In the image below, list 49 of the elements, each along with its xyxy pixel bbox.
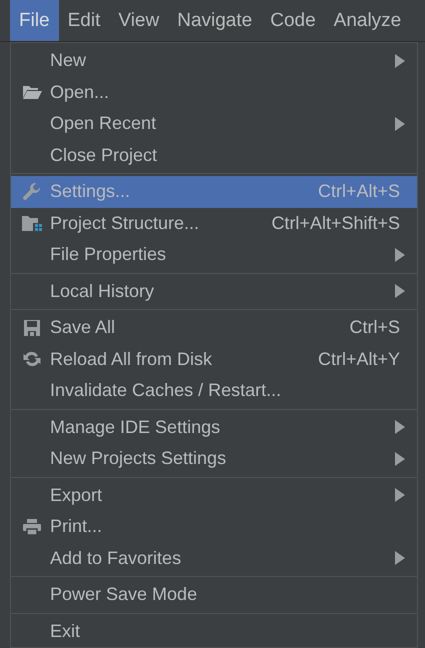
menu-item[interactable]: Reload All from Disk Ctrl+Alt+Y [11, 344, 417, 375]
menu-item-label: Print... [50, 516, 104, 538]
menu-item[interactable]: Save All Ctrl+S [11, 312, 417, 344]
menu-item[interactable]: Open Recent [11, 108, 417, 140]
menu-item-label: Close Project [50, 144, 158, 166]
menu-item[interactable]: Local History [11, 276, 417, 307]
menu-item-label: Reload All from Disk [50, 348, 214, 370]
menu-item[interactable]: Print... [11, 511, 417, 542]
menu-item[interactable]: Close Project [11, 140, 417, 171]
menu-item-label: Invalidate Caches / Restart... [50, 380, 282, 402]
menu-item-label: Open Recent [50, 113, 158, 134]
wrench-icon [22, 182, 42, 202]
menu-item[interactable]: Invalidate Caches / Restart... [11, 375, 417, 406]
menu-bar-item[interactable]: Analyze [324, 0, 410, 41]
menu-item-label: Manage IDE Settings [50, 416, 222, 438]
menu-item[interactable]: Project Structure... Ctrl+Alt+Shift+S [11, 208, 417, 239]
menu-item[interactable]: Manage IDE Settings [11, 412, 417, 443]
printer-icon [22, 518, 42, 536]
menu-item-label: Add to Favorites [50, 548, 182, 569]
shortcut-label: Ctrl+Alt+S [318, 181, 400, 202]
menu-item[interactable]: New [11, 45, 417, 76]
menu-item-label: Exit [50, 620, 82, 642]
menu-item-label: New Projects Settings [50, 448, 228, 470]
folder-icon [22, 84, 42, 100]
menu-item-label: Save All [50, 317, 116, 338]
menu-item-label: Settings... [50, 181, 132, 202]
menu-bar-item[interactable]: Edit [58, 0, 110, 41]
menu-item-label: Open... [50, 82, 110, 103]
menu-item-label: File Properties [50, 244, 168, 266]
menu-item-label: New [50, 50, 88, 72]
menu-item[interactable]: Exit [11, 616, 417, 647]
shortcut-label: Ctrl+Alt+Shift+S [271, 212, 400, 234]
menu-item-label: Project Structure... [50, 212, 200, 234]
menu-bar-item[interactable]: Code [261, 0, 325, 41]
menu-item-label: Local History [50, 280, 156, 302]
folder-grid-icon [20, 214, 42, 232]
menu-item-label: Power Save Mode [50, 584, 198, 606]
menu-bar-item[interactable]: View [109, 0, 168, 41]
menu-item-label: Export [50, 484, 104, 506]
shortcut-label: Ctrl+Alt+Y [318, 348, 400, 370]
menu-bar-item[interactable]: File [10, 0, 59, 41]
menu-item[interactable]: Export [11, 480, 417, 511]
menu-item[interactable]: Power Save Mode [11, 579, 417, 610]
shortcut-label: Ctrl+S [349, 317, 400, 338]
menu-bar-item[interactable]: Navigate [168, 0, 262, 41]
menu-item[interactable]: Add to Favorites [11, 542, 417, 574]
menu-item[interactable]: Open... [11, 76, 417, 108]
menu-item[interactable]: New Projects Settings [11, 443, 417, 474]
menu-item[interactable]: File Properties [11, 239, 417, 270]
